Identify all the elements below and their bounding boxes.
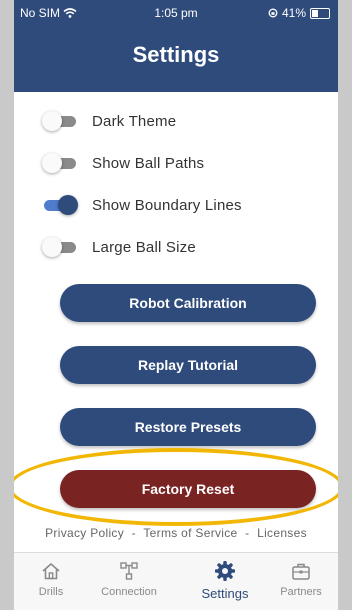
tab-label: Drills xyxy=(38,586,64,598)
tab-settings[interactable]: Settings xyxy=(190,559,260,601)
large-ball-size-switch[interactable] xyxy=(42,237,78,257)
tab-label: Settings xyxy=(201,586,249,601)
tab-label: Partners xyxy=(280,586,322,598)
restore-presets-button[interactable]: Restore Presets xyxy=(60,408,316,446)
bottom-tab-bar: Drills Connection Settings Partners xyxy=(14,552,338,610)
home-icon xyxy=(42,563,60,580)
show-boundary-lines-toggle-row[interactable]: Show Boundary Lines xyxy=(42,191,242,219)
factory-reset-button[interactable]: Factory Reset xyxy=(60,470,316,508)
toggle-label: Large Ball Size xyxy=(92,238,196,256)
toggle-label: Show Ball Paths xyxy=(92,154,205,172)
tab-partners[interactable]: Partners xyxy=(266,559,336,598)
phone-screen: No SIM 1:05 pm 41% Settings Dark Theme S… xyxy=(14,0,338,610)
dark-theme-toggle-row[interactable]: Dark Theme xyxy=(42,107,176,135)
privacy-policy-link[interactable]: Privacy Policy xyxy=(45,526,124,540)
licenses-link[interactable]: Licenses xyxy=(257,526,307,540)
tab-label: Connection xyxy=(101,586,157,598)
battery-icon xyxy=(310,7,330,19)
link-separator: - xyxy=(245,526,250,540)
show-ball-paths-switch[interactable] xyxy=(42,153,78,173)
toggle-label: Dark Theme xyxy=(92,112,177,130)
tab-connection[interactable]: Connection xyxy=(94,559,164,598)
terms-of-service-link[interactable]: Terms of Service xyxy=(143,526,237,540)
link-separator: - xyxy=(131,526,136,540)
tab-drills[interactable]: Drills xyxy=(16,559,86,598)
briefcase-icon xyxy=(292,563,310,580)
toggle-label: Show Boundary Lines xyxy=(92,196,242,214)
show-ball-paths-toggle-row[interactable]: Show Ball Paths xyxy=(42,149,204,177)
page-title: Settings xyxy=(132,42,220,67)
battery-percent: 41% xyxy=(281,6,306,20)
header-bar: Settings xyxy=(14,28,338,92)
robot-calibration-button[interactable]: Robot Calibration xyxy=(60,284,316,322)
legal-links: Privacy Policy - Terms of Service - Lice… xyxy=(14,526,338,540)
connection-icon xyxy=(120,562,138,580)
replay-tutorial-button[interactable]: Replay Tutorial xyxy=(60,346,316,384)
large-ball-size-toggle-row[interactable]: Large Ball Size xyxy=(42,233,196,261)
gear-icon xyxy=(215,561,235,581)
battery-status: 41% xyxy=(268,6,330,20)
status-bar: No SIM 1:05 pm 41% xyxy=(14,0,338,28)
show-boundary-lines-switch[interactable] xyxy=(42,195,78,215)
rotation-lock-icon xyxy=(268,8,278,18)
dark-theme-switch[interactable] xyxy=(42,111,78,131)
